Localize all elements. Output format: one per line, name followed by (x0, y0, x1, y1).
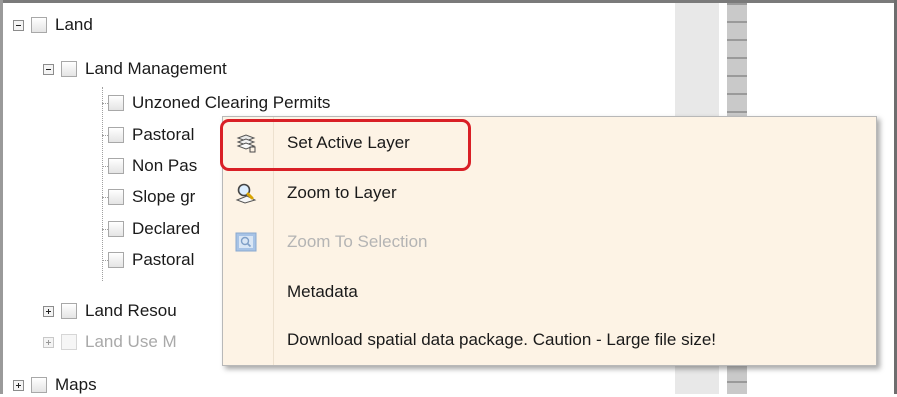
layer-checkbox[interactable] (108, 189, 124, 205)
layer-checkbox[interactable] (61, 303, 77, 319)
menu-item-zoom-to-selection: Zoom To Selection (223, 217, 876, 266)
layer-checkbox[interactable] (108, 158, 124, 174)
tree-leaf-layer[interactable]: Pastoral (108, 248, 194, 272)
layer-checkbox[interactable] (61, 61, 77, 77)
layer-checkbox[interactable] (108, 252, 124, 268)
layer-checkbox[interactable] (61, 334, 77, 350)
expand-icon[interactable] (43, 305, 54, 317)
layer-checkbox[interactable] (108, 95, 124, 111)
tree-leaf-layer[interactable]: Slope gr (108, 185, 195, 209)
tree-node-label: Land Management (85, 59, 227, 78)
zoom-magnifier-icon (235, 183, 257, 204)
tree-node-label: Non Pas (132, 156, 198, 175)
menu-item-zoom-to-layer[interactable]: Zoom to Layer (223, 168, 876, 217)
tree-node-label: Slope gr (132, 187, 196, 206)
tree-node-land[interactable]: Land (13, 13, 93, 37)
tree-node-label: Pastoral (132, 250, 195, 269)
layer-checkbox[interactable] (31, 377, 47, 393)
collapse-icon[interactable] (13, 19, 24, 31)
tree-node-label: Land Use M (85, 332, 177, 351)
tree-node-label: Land Resou (85, 301, 177, 320)
tree-node-land-use[interactable]: Land Use M (43, 330, 177, 354)
menu-item-metadata[interactable]: Metadata (223, 267, 876, 316)
tree-connector-line (102, 87, 103, 281)
zoom-selection-icon (235, 232, 257, 252)
layer-checkbox[interactable] (108, 221, 124, 237)
tree-node-land-resources[interactable]: Land Resou (43, 299, 177, 323)
tree-node-label: Pastoral (132, 125, 195, 144)
tree-leaf-layer[interactable]: Non Pas (108, 154, 197, 178)
tree-node-label: Unzoned Clearing Permits (132, 93, 331, 112)
menu-item-label: Zoom to Layer (287, 182, 397, 202)
tree-node-label: Declared (132, 219, 201, 238)
expand-icon[interactable] (13, 379, 24, 391)
tree-node-label: Maps (55, 375, 97, 394)
tree-node-label: Land (55, 15, 93, 34)
menu-item-label: Zoom To Selection (287, 231, 428, 251)
tree-leaf-layer[interactable]: Unzoned Clearing Permits (108, 91, 330, 115)
layer-checkbox[interactable] (31, 17, 47, 33)
menu-item-label: Metadata (287, 281, 358, 301)
menu-item-download-package[interactable]: Download spatial data package. Caution -… (223, 315, 876, 364)
tree-leaf-layer[interactable]: Declared (108, 217, 200, 241)
layer-checkbox[interactable] (108, 127, 124, 143)
menu-item-label: Download spatial data package. Caution -… (287, 329, 717, 349)
collapse-icon[interactable] (43, 63, 54, 75)
expand-icon[interactable] (43, 336, 54, 348)
tree-node-maps[interactable]: Maps (13, 373, 97, 397)
tree-leaf-layer[interactable]: Pastoral (108, 123, 194, 147)
highlight-outline (220, 119, 471, 171)
tree-node-land-management[interactable]: Land Management (43, 57, 227, 81)
